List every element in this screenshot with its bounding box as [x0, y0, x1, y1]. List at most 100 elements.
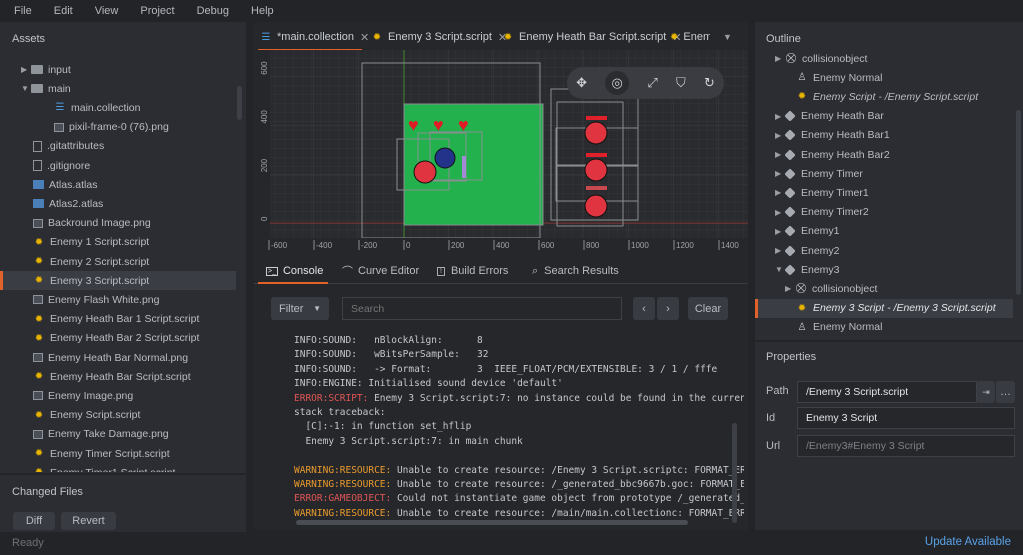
asset-item[interactable]: ✹ Enemy 2 Script.script: [0, 252, 236, 271]
asset-item[interactable]: pixil-frame-0 (76).png: [0, 118, 236, 137]
outline-item[interactable]: ▶ ⛒ collisionobject: [755, 50, 1013, 68]
warning-box-icon: !: [437, 266, 445, 276]
outline-item[interactable]: ▶ Enemy Heath Bar2: [755, 145, 1013, 164]
console-output[interactable]: INFO:SOUND: nBlockAlign: 8 INFO:SOUND: wB…: [258, 330, 744, 520]
rotate-icon[interactable]: ◎: [605, 71, 630, 95]
tab-search-results[interactable]: ⌕ Search Results: [532, 262, 619, 280]
clear-button[interactable]: Clear: [688, 297, 728, 320]
diff-button[interactable]: Diff: [13, 512, 55, 530]
game-object-icon: [784, 129, 796, 141]
chevron-down-icon[interactable]: ▼: [775, 265, 785, 274]
menu-help[interactable]: Help: [237, 5, 282, 17]
tab-main-collection[interactable]: ☰ *main.collection ✕: [260, 22, 370, 52]
revert-button[interactable]: Revert: [61, 512, 116, 530]
menu-debug[interactable]: Debug: [183, 5, 237, 17]
tab-enemy-3-script[interactable]: ✹ Enemy 3 Script.script ✕: [371, 22, 507, 52]
tab-enemy-heath-bar-script[interactable]: ✹ Enemy Heath Bar Script.script ✕: [502, 22, 682, 52]
outline-item[interactable]: ▶ Enemy1: [755, 222, 1013, 241]
asset-item[interactable]: ▶ input: [0, 60, 236, 79]
outline-item[interactable]: ♙ Enemy Normal: [755, 68, 1013, 87]
chevron-right-icon[interactable]: ▶: [775, 227, 785, 236]
perspective-icon[interactable]: ⛉: [676, 75, 686, 91]
outline-item[interactable]: ▼ Enemy3: [755, 260, 1013, 279]
outline-scrollbar[interactable]: [1016, 110, 1021, 295]
chevron-right-icon[interactable]: ▶: [775, 112, 785, 121]
next-button[interactable]: ›: [657, 297, 679, 320]
outline-item[interactable]: ▶ Enemy Heath Bar1: [755, 126, 1013, 145]
asset-item[interactable]: ▼ main: [0, 79, 236, 98]
asset-item[interactable]: Enemy Image.png: [0, 386, 236, 405]
outline-item[interactable]: ♙ Enemy Normal: [755, 318, 1013, 337]
asset-item[interactable]: .gitattributes: [0, 137, 236, 156]
chevron-right-icon[interactable]: ▶: [21, 65, 31, 74]
asset-item[interactable]: ✹Enemy Timer1 Script.script: [0, 463, 236, 472]
asset-item[interactable]: Backround Image.png: [0, 214, 236, 233]
chevron-right-icon[interactable]: ▶: [775, 208, 785, 217]
sprite-icon: ♙: [797, 72, 807, 84]
scale-icon[interactable]: ⤢: [647, 75, 657, 91]
console-line: INFO:SOUND: wBitsPerSample: 32: [294, 348, 488, 362]
chevron-down-icon: ▼: [313, 304, 321, 313]
open-path-button[interactable]: ⇥: [977, 381, 995, 403]
browse-path-button[interactable]: …: [996, 381, 1015, 403]
asset-item[interactable]: Enemy Flash White.png: [0, 290, 236, 309]
filter-dropdown[interactable]: Filter ▼: [271, 297, 329, 320]
scene-viewport[interactable]: ♥ ♥ ♥ -600 -400 -200 0 200 400 600 800 1000 1200 1…: [258, 50, 748, 252]
asset-item[interactable]: ✹ Enemy Heath Bar Script.script: [0, 367, 236, 386]
asset-item[interactable]: Enemy Take Damage.png: [0, 425, 236, 444]
asset-item[interactable]: Enemy Heath Bar Normal.png: [0, 348, 236, 367]
outline-item[interactable]: ▶ Enemy Timer1: [755, 183, 1013, 202]
asset-item[interactable]: Atlas2.atlas: [0, 194, 236, 213]
move-icon[interactable]: ✥: [576, 75, 587, 91]
previous-button[interactable]: ‹: [633, 297, 655, 320]
id-field[interactable]: Enemy 3 Script: [797, 407, 1015, 429]
outline-item[interactable]: ▶ Enemy2: [755, 241, 1013, 260]
assets-tree: ▶ input ▼ main ☰ main.collection pixil-frame-0…: [0, 60, 236, 472]
asset-item[interactable]: ✹ Enemy 1 Script.script: [0, 233, 236, 252]
properties-title: Properties: [766, 351, 817, 363]
chevron-right-icon[interactable]: ▶: [785, 284, 795, 293]
outline-item[interactable]: ✹ Enemy 3 Script - /Enemy 3 Script.script: [755, 298, 1013, 318]
tab-console[interactable]: >_ Console: [266, 262, 323, 280]
update-available-link[interactable]: Update Available: [925, 536, 1011, 548]
chevron-right-icon[interactable]: ▶: [775, 169, 785, 178]
outline-item[interactable]: ✹ Enemy Script - /Enemy Script.script: [755, 87, 1013, 106]
chevron-down-icon[interactable]: ▼: [21, 84, 31, 93]
console-search-input[interactable]: [342, 297, 622, 320]
menu-file[interactable]: File: [0, 5, 40, 17]
gear-icon: ✹: [34, 275, 44, 287]
chevron-right-icon[interactable]: ▶: [775, 131, 785, 140]
curve-icon: ⌒: [342, 266, 353, 278]
close-icon[interactable]: ✕: [360, 31, 369, 44]
asset-item[interactable]: ✹ Enemy Heath Bar 2 Script.script: [0, 329, 236, 348]
menu-view[interactable]: View: [81, 5, 127, 17]
menu-edit[interactable]: Edit: [40, 5, 81, 17]
path-field[interactable]: /Enemy 3 Script.script: [797, 381, 977, 403]
asset-item[interactable]: ✹ Enemy 3 Script.script: [0, 271, 236, 291]
assets-scrollbar[interactable]: [237, 86, 242, 120]
menu-project[interactable]: Project: [126, 5, 182, 17]
asset-item[interactable]: ✹ Enemy Heath Bar 1 Script.script: [0, 310, 236, 329]
asset-item[interactable]: .gitignore: [0, 156, 236, 175]
asset-item[interactable]: ✹ Enemy Timer Script.script: [0, 444, 236, 463]
file-icon: [33, 160, 42, 171]
outline-item[interactable]: ▶ Enemy Timer2: [755, 203, 1013, 222]
outline-item[interactable]: ▶ Enemy Timer: [755, 164, 1013, 183]
asset-item[interactable]: ✹ Enemy Script.script: [0, 406, 236, 425]
chevron-right-icon[interactable]: ▶: [775, 54, 785, 63]
asset-item[interactable]: ☰ main.collection: [0, 98, 236, 117]
log-message: stack traceback:: [294, 407, 386, 418]
console-vertical-scrollbar[interactable]: [732, 423, 737, 523]
chevron-right-icon[interactable]: ▶: [775, 188, 785, 197]
tabs-dropdown-icon[interactable]: ▼: [723, 22, 732, 52]
path-label: Path: [766, 385, 789, 397]
outline-item[interactable]: ▶ Enemy Heath Bar: [755, 107, 1013, 126]
tab-curve-editor[interactable]: ⌒ Curve Editor: [342, 262, 419, 280]
outline-item[interactable]: ▶ ⛒ collisionobject: [755, 279, 1013, 298]
console-horizontal-scrollbar[interactable]: [296, 520, 688, 525]
tab-enemy-overflow[interactable]: ✹ Enem: [670, 22, 710, 52]
tab-build-errors[interactable]: ! Build Errors: [437, 262, 508, 280]
asset-item[interactable]: Atlas.atlas: [0, 175, 236, 194]
refresh-icon[interactable]: ↻: [704, 75, 715, 91]
game-object-icon: [784, 187, 796, 199]
